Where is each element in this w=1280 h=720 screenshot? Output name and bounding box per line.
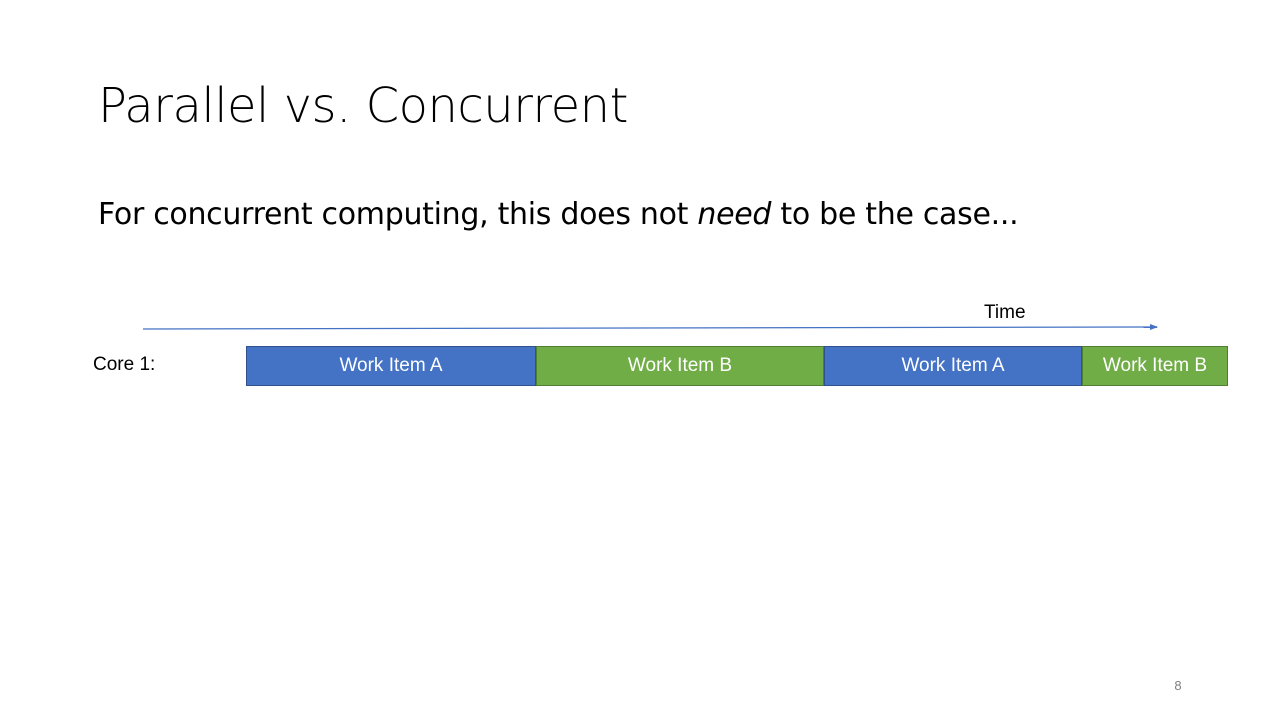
core-1-timeline: Work Item A Work Item B Work Item A Work… xyxy=(246,346,1228,386)
work-item-label: Work Item A xyxy=(339,355,443,376)
work-item-label: Work Item B xyxy=(1102,355,1208,376)
page-number: 8 xyxy=(1174,678,1182,693)
work-item-block: Work Item B xyxy=(1082,346,1228,386)
body-text-emphasis: need xyxy=(697,197,772,232)
work-item-block: Work Item A xyxy=(824,346,1082,386)
slide-title: Parallel vs. Concurrent xyxy=(98,78,628,134)
work-item-block: Work Item B xyxy=(536,346,824,386)
body-text-start: For concurrent computing, this does not xyxy=(98,197,698,232)
time-axis-label: Time xyxy=(984,302,1026,323)
work-item-block: Work Item A xyxy=(246,346,536,386)
slide: Parallel vs. Concurrent For concurrent c… xyxy=(0,0,1280,720)
work-item-label: Work Item B xyxy=(627,355,733,376)
time-arrow-line xyxy=(142,324,1158,331)
work-item-label: Work Item A xyxy=(901,355,1005,376)
body-text: For concurrent computing, this does not … xyxy=(98,194,1019,236)
body-text-end: to be the case... xyxy=(771,197,1019,232)
core-row-label: Core 1: xyxy=(93,354,156,375)
